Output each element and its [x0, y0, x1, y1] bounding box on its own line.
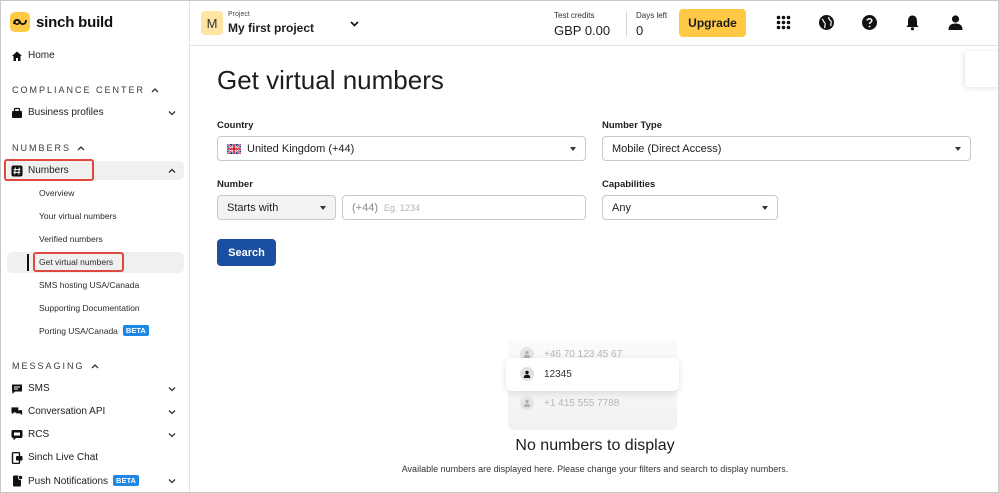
divider [626, 11, 627, 37]
sidebar-subitem-supporting-documentation[interactable]: Supporting Documentation [39, 303, 140, 313]
illustration-row: 12345 [520, 367, 572, 381]
beta-badge: BETA [122, 325, 149, 336]
side-panel-tab[interactable] [965, 51, 998, 87]
chevron-up-icon [91, 364, 98, 369]
sidebar-item-label: Conversation API [28, 406, 106, 417]
upgrade-button[interactable]: Upgrade [679, 9, 746, 37]
push-notification-icon [11, 474, 23, 487]
chevron-up-icon [151, 88, 159, 93]
help-icon[interactable] [861, 14, 878, 31]
country-label: Country [217, 120, 254, 131]
top-bar: M Project My first project Test credits … [190, 1, 998, 46]
chevron-up-icon [168, 168, 176, 173]
section-numbers[interactable]: NUMBERS [12, 143, 85, 153]
globe-icon[interactable] [818, 14, 835, 31]
days-left-value: 0 [636, 23, 644, 38]
section-title: MESSAGING [12, 361, 85, 371]
sidebar-item-business-profiles[interactable]: Business profiles [1, 101, 190, 124]
section-messaging[interactable]: MESSAGING [12, 361, 99, 371]
chevron-down-icon [168, 409, 176, 414]
chevron-down-icon [168, 478, 176, 483]
sidebar-subitem-sms-hosting[interactable]: SMS hosting USA/Canada [39, 280, 139, 290]
sidebar-subitem-label: Porting USA/Canada [39, 326, 118, 336]
number-type-label: Number Type [602, 120, 663, 131]
test-credits-label: Test credits [554, 11, 595, 20]
conversation-icon [11, 406, 23, 418]
user-icon[interactable] [947, 14, 964, 31]
beta-badge: BETA [113, 474, 139, 486]
bell-icon[interactable] [904, 14, 921, 31]
page-title: Get virtual numbers [217, 65, 444, 95]
days-left-label: Days left [636, 11, 668, 20]
chat-icon [11, 383, 23, 395]
project-label: Project [228, 11, 250, 18]
number-label: Number [217, 179, 253, 190]
caret-down-icon [762, 206, 768, 210]
user-icon [520, 396, 534, 410]
sidebar-item-label-wrap: Push Notifications BETA [28, 474, 139, 487]
country-select[interactable]: United Kingdom (+44) [217, 136, 586, 161]
number-placeholder: Eg. 1234 [384, 202, 421, 213]
sidebar: sinch build Home COMPLIANCE CENTER Busin… [1, 1, 190, 492]
capabilities-label: Capabilities [602, 179, 656, 190]
number-type-select[interactable]: Mobile (Direct Access) [602, 136, 971, 161]
empty-state-title: No numbers to display [515, 437, 675, 454]
capabilities-value: Any [612, 201, 631, 214]
sidebar-item-label: SMS [28, 383, 50, 394]
chevron-down-icon[interactable] [349, 18, 360, 29]
sidebar-subitem-your-virtual-numbers[interactable]: Your virtual numbers [39, 211, 117, 221]
number-prefix: (+44) [352, 201, 378, 214]
apps-grid-icon[interactable] [775, 14, 792, 31]
sidebar-subitem-porting[interactable]: Porting USA/Canada BETA [39, 325, 149, 336]
building-icon [11, 107, 23, 119]
number-type-value: Mobile (Direct Access) [612, 142, 722, 155]
logo[interactable]: sinch build [10, 12, 113, 32]
logo-text: sinch build [36, 13, 113, 31]
chevron-down-icon [168, 386, 176, 391]
empty-state-subtitle: Available numbers are displayed here. Pl… [401, 464, 789, 474]
home-icon [11, 50, 23, 62]
chevron-down-icon [168, 110, 176, 115]
number-input[interactable]: (+44) Eg. 1234 [342, 195, 586, 220]
number-match-select[interactable]: Starts with [217, 195, 336, 220]
project-name: My first project [228, 21, 315, 35]
sidebar-item-sms[interactable]: SMS [1, 377, 190, 400]
section-compliance-center[interactable]: COMPLIANCE CENTER [12, 85, 159, 95]
uk-flag-icon [227, 143, 241, 154]
test-credits-value: GBP 0.00 [554, 23, 611, 38]
caret-down-icon [320, 206, 326, 210]
number-match-value: Starts with [227, 201, 279, 214]
sinch-logo-icon [10, 12, 30, 32]
sidebar-subitem-overview[interactable]: Overview [39, 188, 74, 198]
sidebar-item-home[interactable]: Home [1, 44, 190, 67]
sample-number: +1 415 555 7788 [544, 397, 620, 409]
section-title: NUMBERS [12, 143, 72, 153]
country-value: United Kingdom (+44) [247, 142, 355, 155]
sidebar-item-label: Push Notifications [28, 475, 109, 487]
highlight-box-get-virtual-numbers [33, 252, 124, 272]
section-title: COMPLIANCE CENTER [12, 85, 146, 95]
user-icon [520, 367, 534, 381]
project-avatar: M [201, 11, 223, 35]
capabilities-select[interactable]: Any [602, 195, 778, 220]
chevron-up-icon [77, 146, 85, 151]
sidebar-item-label: Business profiles [28, 107, 104, 118]
sidebar-subitem-verified-numbers[interactable]: Verified numbers [39, 234, 103, 244]
active-indicator [27, 254, 29, 271]
empty-state-illustration: +46 70 123 45 67 12345 +1 415 555 7788 [506, 339, 679, 430]
highlight-box-numbers [4, 159, 94, 181]
caret-down-icon [570, 147, 576, 151]
sidebar-item-label: Home [28, 50, 55, 61]
sidebar-item-conversation-api[interactable]: Conversation API [1, 400, 190, 423]
caret-down-icon [955, 147, 961, 151]
illustration-row: +1 415 555 7788 [520, 396, 619, 410]
sample-number: 12345 [544, 368, 572, 380]
app-window: sinch build Home COMPLIANCE CENTER Busin… [0, 0, 999, 493]
search-button[interactable]: Search [217, 239, 276, 266]
